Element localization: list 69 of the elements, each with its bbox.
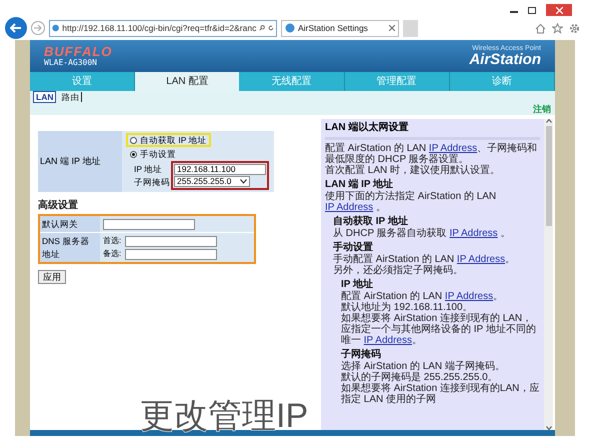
sub-tab[interactable]: 路由 bbox=[59, 92, 82, 102]
help-paragraph: 如果想要将 AirStation 连接到现有的 LAN，应指定一个与其他网络设备的 IP 地址不同的唯一 IP Address。 bbox=[341, 313, 537, 346]
help-heading: IP 地址 bbox=[341, 279, 374, 290]
help-heading: LAN 端 IP 地址 bbox=[325, 179, 394, 190]
model-name: WLAE-AG300N bbox=[44, 59, 98, 67]
help-heading: 子网掩码 bbox=[341, 349, 382, 360]
help-paragraph: 如果想要将 AirStation 连接到现有的LAN，应指定 LAN 使用的子网 bbox=[341, 383, 540, 405]
secondary-dns-field[interactable] bbox=[125, 248, 217, 260]
help-link[interactable]: IP Address bbox=[444, 291, 494, 302]
help-paragraph: 配置 AirStation 的 LAN IP Address、子网掩码和最低限度的 DHCP 服务器设置。 bbox=[325, 143, 538, 165]
help-link[interactable]: IP Address bbox=[456, 254, 506, 265]
radio-option[interactable]: 自动获取 IP 地址 bbox=[126, 133, 211, 147]
nav-tab[interactable]: LAN 配置 bbox=[135, 72, 240, 91]
help-paragraph: 首次配置 LAN 时，建议使用默认设置。 bbox=[325, 165, 502, 176]
field-label: LAN 端 IP 地址 bbox=[38, 131, 122, 192]
help-title: LAN 端以太网设置 bbox=[325, 122, 410, 134]
forward-button[interactable] bbox=[31, 21, 45, 35]
back-arrow-icon bbox=[10, 23, 22, 33]
url-text: http://192.168.11.100/cgi-bin/cgi?req=tfr&id=2&ranc bbox=[62, 22, 256, 34]
forward-arrow-icon bbox=[34, 25, 42, 31]
field-label: 子网掩码 bbox=[134, 177, 170, 187]
home-icon[interactable] bbox=[535, 22, 546, 34]
help-paragraph: 从 DHCP 服务器自动获取 IP Address 。 bbox=[333, 228, 512, 239]
refresh-icon bbox=[268, 24, 274, 32]
help-link[interactable]: IP Address bbox=[428, 143, 478, 154]
field-label: 首选: bbox=[103, 235, 122, 247]
help-heading: 手动设置 bbox=[333, 242, 374, 254]
back-button[interactable] bbox=[5, 17, 27, 39]
star-icon[interactable] bbox=[552, 22, 563, 34]
field-label: 默认网关 bbox=[40, 216, 100, 232]
help-link[interactable]: IP Address bbox=[450, 228, 498, 239]
subnet-mask-dropdown[interactable]: 255.255.255.0 bbox=[174, 176, 250, 187]
field-label: 备选: bbox=[103, 248, 122, 260]
globe-icon bbox=[285, 23, 295, 33]
sub-tab[interactable]: LAN bbox=[33, 91, 56, 103]
field-label: DNS 服务器地址 bbox=[40, 233, 100, 262]
brand-logo: BUFFALO bbox=[44, 45, 112, 58]
ip-address-field[interactable]: 192.168.11.100 bbox=[174, 164, 266, 175]
caption: 更改管理IP bbox=[140, 398, 308, 434]
primary-dns-field[interactable] bbox=[125, 236, 217, 246]
address-bar[interactable]: http://192.168.11.100/cgi-bin/cgi?req=tfr&id=2&ranc bbox=[49, 20, 277, 36]
close-icon bbox=[389, 25, 395, 31]
chevron-down-icon bbox=[240, 179, 247, 184]
globe-icon bbox=[52, 23, 60, 33]
gateway-field[interactable] bbox=[103, 218, 195, 230]
help-paragraph: 默认地址为 192.168.11.100。 bbox=[341, 302, 474, 313]
search-icon bbox=[259, 24, 266, 32]
help-link[interactable]: IP Address bbox=[325, 202, 374, 213]
close-icon bbox=[556, 6, 562, 14]
help-link[interactable]: IP Address bbox=[364, 335, 412, 346]
browser-tab[interactable]: AirStation Settings bbox=[281, 20, 399, 36]
section-title: 高级设置 bbox=[38, 198, 79, 213]
help-paragraph: 使用下面的方法指定 AirStation 的 LAN IP Address 。 bbox=[325, 191, 498, 213]
help-paragraph: 手动配置 AirStation 的 LAN IP Address。 bbox=[333, 254, 516, 265]
help-heading: 自动获取 IP 地址 bbox=[333, 216, 409, 228]
field-label: IP 地址 bbox=[134, 164, 164, 174]
scrollbar[interactable] bbox=[544, 119, 553, 430]
help-paragraph: 默认的子网掩码是 255.255.255.0。 bbox=[341, 372, 499, 383]
maximize-icon[interactable] bbox=[528, 6, 536, 14]
radio-option[interactable]: 手动设置 bbox=[126, 147, 180, 161]
close-button[interactable] bbox=[546, 4, 572, 16]
help-paragraph: 配置 AirStation 的 LAN IP Address。 bbox=[341, 291, 504, 302]
product-logo: AirStation bbox=[469, 52, 541, 67]
settings-icon[interactable] bbox=[569, 22, 580, 34]
chevron-down-icon bbox=[546, 426, 552, 430]
chevron-up-icon bbox=[546, 119, 552, 123]
help-paragraph: 选择 AirStation 的 LAN 端子网掩码。 bbox=[341, 361, 506, 372]
apply-button[interactable]: 应用 bbox=[38, 270, 66, 284]
help-paragraph: 另外，还必须指定子网掩码。 bbox=[333, 265, 464, 276]
